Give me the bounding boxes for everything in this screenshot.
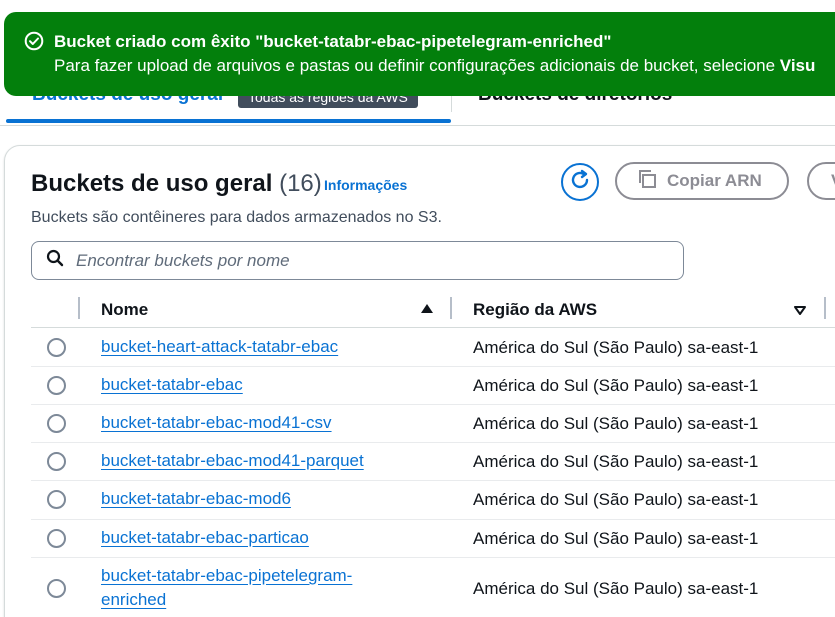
flash-message-bold: Visu <box>779 56 816 75</box>
copy-arn-label: Copiar ARN <box>667 171 762 190</box>
buckets-container: Buckets de uso geral (16) Informações Bu… <box>4 145 835 617</box>
success-flash: Bucket criado com êxito "bucket-tatabr-e… <box>4 12 835 96</box>
table-row[interactable]: bucket-tatabr-ebac-pipetelegram-enriched… <box>31 558 835 617</box>
bucket-region: América do Sul (São Paulo) sa-east-1 <box>473 338 759 357</box>
table-row[interactable]: bucket-tatabr-ebac América do Sul (São P… <box>31 367 835 405</box>
bucket-region: América do Sul (São Paulo) sa-east-1 <box>473 452 759 471</box>
refresh-button[interactable] <box>561 163 599 201</box>
row-radio[interactable] <box>47 452 66 471</box>
refresh-icon <box>568 168 592 197</box>
column-divider <box>450 297 452 319</box>
copy-arn-button[interactable]: Copiar ARN <box>615 162 789 200</box>
page-title: Buckets de uso geral (16) <box>31 170 322 198</box>
active-tab-indicator <box>6 119 451 123</box>
table-row[interactable]: bucket-tatabr-ebac-particao América do S… <box>31 520 835 558</box>
search-icon <box>46 249 76 272</box>
description: Buckets são contêineres para dados armaz… <box>31 209 442 226</box>
flash-message-text: Para fazer upload de arquivos e pastas o… <box>54 56 780 75</box>
row-radio[interactable] <box>47 529 66 548</box>
bucket-region: América do Sul (São Paulo) sa-east-1 <box>473 529 759 548</box>
bucket-count: (16) <box>279 170 322 197</box>
row-radio[interactable] <box>47 376 66 395</box>
column-header-name[interactable]: Nome <box>101 300 148 320</box>
column-divider <box>824 297 826 319</box>
check-circle-icon <box>24 31 44 51</box>
flash-message: Para fazer upload de arquivos e pastas o… <box>54 56 815 76</box>
title-text: Buckets de uso geral <box>31 170 273 197</box>
table-row[interactable]: bucket-tatabr-ebac-mod41-csv América do … <box>31 405 835 443</box>
bucket-link[interactable]: bucket-heart-attack-tatabr-ebac <box>101 335 401 359</box>
flash-title: Bucket criado com êxito "bucket-tatabr-e… <box>54 32 612 51</box>
search-field[interactable] <box>31 241 684 280</box>
bucket-link[interactable]: bucket-tatabr-ebac-particao <box>101 526 401 550</box>
copy-icon <box>637 169 667 194</box>
table-row[interactable]: bucket-tatabr-ebac-mod41-parquet América… <box>31 443 835 481</box>
row-radio[interactable] <box>47 414 66 433</box>
bucket-link[interactable]: bucket-tatabr-ebac-mod41-parquet <box>101 449 401 473</box>
column-divider <box>78 297 80 319</box>
table-row[interactable]: bucket-tatabr-ebac-mod6 América do Sul (… <box>31 481 835 520</box>
more-actions-button[interactable]: V <box>807 162 835 200</box>
info-link[interactable]: Informações <box>324 177 407 193</box>
row-radio[interactable] <box>47 338 66 357</box>
bucket-region: América do Sul (São Paulo) sa-east-1 <box>473 376 759 395</box>
sort-ascending-icon[interactable] <box>421 304 433 313</box>
table-header: Nome Região da AWS <box>31 288 835 328</box>
sort-icon[interactable] <box>793 305 807 316</box>
bucket-link[interactable]: bucket-tatabr-ebac-mod6 <box>101 487 401 511</box>
column-header-region[interactable]: Região da AWS <box>473 300 597 320</box>
table-row[interactable]: bucket-heart-attack-tatabr-ebac América … <box>31 328 835 367</box>
row-radio[interactable] <box>47 490 66 509</box>
bucket-link[interactable]: bucket-tatabr-ebac-mod41-csv <box>101 411 401 435</box>
search-input[interactable] <box>76 250 656 271</box>
bucket-region: América do Sul (São Paulo) sa-east-1 <box>473 579 759 598</box>
row-radio[interactable] <box>47 579 66 598</box>
bucket-region: América do Sul (São Paulo) sa-east-1 <box>473 490 759 509</box>
bucket-link[interactable]: bucket-tatabr-ebac-pipetelegram-enriched <box>101 564 391 612</box>
bucket-link[interactable]: bucket-tatabr-ebac <box>101 373 401 397</box>
bucket-region: América do Sul (São Paulo) sa-east-1 <box>473 414 759 433</box>
